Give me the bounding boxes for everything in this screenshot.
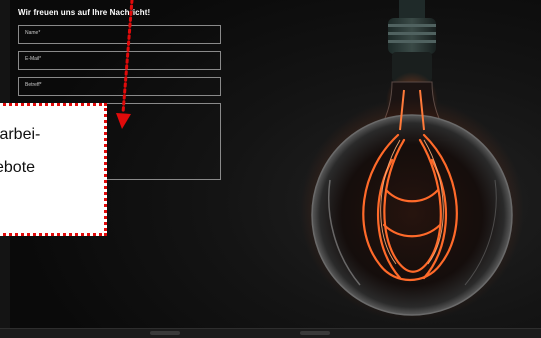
subject-input-placeholder: Betreff*	[25, 82, 42, 88]
email-input-placeholder: E-Mail*	[25, 56, 42, 62]
callout-line-1: tarbei-	[0, 126, 41, 143]
email-input[interactable]: E-Mail*	[18, 51, 221, 70]
form-title: Wir freuen uns auf Ihre Nachricht!	[18, 8, 151, 17]
screenshot-frame: Wir freuen uns auf Ihre Nachricht! Name*…	[0, 0, 541, 338]
subject-input[interactable]: Betreff*	[18, 77, 221, 96]
name-input[interactable]: Name*	[18, 25, 221, 44]
name-input-placeholder: Name*	[25, 30, 41, 36]
annotation-callout: tarbei- ebote	[0, 103, 107, 236]
bottom-bar-handle	[300, 331, 330, 335]
bottom-bar	[0, 328, 541, 338]
bottom-bar-handle	[150, 331, 180, 335]
callout-line-2: ebote	[0, 159, 36, 176]
